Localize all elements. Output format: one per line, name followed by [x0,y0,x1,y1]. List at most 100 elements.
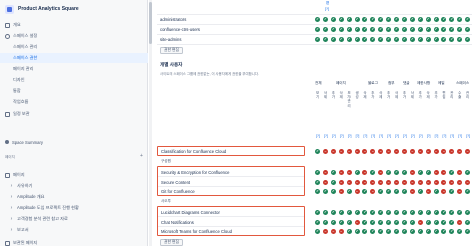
subcolumn-help-link[interactable]: [?] [338,134,346,138]
permission-denied-icon: – [354,148,360,154]
subcolumn-header: 추가 [371,91,375,100]
subcolumn-help-link[interactable]: [?] [369,134,377,138]
permission-denied-icon: – [378,169,384,175]
space-header[interactable]: Product Analytics Square [0,0,148,18]
column-header-blog: 블로그 [368,81,378,85]
sidebar-tree-item[interactable]: › 고객경험 분석 관련 참고 자료 [0,214,148,224]
subcolumn-header: 삭제 [323,91,327,100]
subcolumn-help-link[interactable]: [?] [448,134,456,138]
permission-granted-icon: ✓ [465,219,471,225]
permission-granted-icon: ✓ [449,26,455,32]
sidebar-item-workflow[interactable]: 작업흐름 [0,97,148,107]
permission-denied-icon: – [433,148,439,154]
sidebar-item-archive[interactable]: 일정 보관 [0,109,148,119]
sidebar-item-label: 사유하기 [17,183,33,188]
column-header-mail: 메일 [438,81,445,85]
permission-granted-icon: ✓ [394,209,399,215]
permission-granted-icon: ✓ [354,169,360,175]
sidebar-tree-item[interactable]: › Amplitude 개요 [0,192,148,202]
permission-denied-icon: – [417,179,423,185]
edit-permissions-button[interactable]: 권한 편집 [160,47,184,54]
sidebar-item-space-settings[interactable]: 스페이스 설정 [0,31,148,41]
permission-granted-icon: ✓ [346,219,352,225]
sidebar-item-space-summary[interactable]: Space Summary [0,137,148,147]
sidebar-tree-item[interactable]: › 사유하기 [0,181,148,191]
subcolumn-header: 추가 [418,91,422,100]
subcolumn-help-link[interactable]: [?] [314,134,322,138]
permission-granted-icon: ✓ [315,16,320,22]
permission-denied-icon: – [433,169,439,175]
subcolumn-help-link[interactable]: [?] [377,134,385,138]
chevron-right-icon: › [10,193,13,200]
category-label: 구성원 [161,159,171,163]
user-name: Classification for Confluence Cloud [161,149,227,154]
permission-denied-icon: – [338,148,344,154]
permission-denied-icon: – [401,148,407,154]
subcolumn-help-link[interactable]: [?] [425,134,433,138]
sidebar-archived-pages[interactable]: 보관된 페이지 [0,238,148,246]
permission-denied-icon: – [394,148,399,154]
permission-granted-icon: ✓ [394,36,399,42]
subcolumn-help-link[interactable]: [?] [417,134,425,138]
permission-granted-icon: ✓ [425,16,431,22]
permission-granted-icon: ✓ [394,188,399,194]
sidebar-item-label: 페이지 관리 [13,66,34,71]
permission-denied-icon: – [409,188,415,194]
permission-granted-icon: ✓ [338,26,344,32]
subcolumn-help-link[interactable]: [?] [440,134,448,138]
subcolumn-help-link[interactable]: [?] [409,134,417,138]
chevron-right-icon: › [10,182,13,189]
permission-granted-icon: ✓ [330,179,336,185]
permission-granted-icon: ✓ [386,209,392,215]
permission-granted-icon: ✓ [330,26,336,32]
edit-permissions-button[interactable]: 권한 편집 [160,239,184,246]
permission-granted-icon: ✓ [449,36,455,42]
subcolumn-help-link[interactable]: [?] [354,134,362,138]
permission-granted-icon: ✓ [441,26,447,32]
add-page-icon[interactable]: + [140,153,143,159]
permission-denied-icon: – [362,179,368,185]
sidebar-item-overview[interactable]: 개요 [0,20,148,30]
permission-denied-icon: – [401,179,407,185]
sidebar-tree-item[interactable]: › Amplitude 도입 프로젝트 진행 현황 [0,203,148,213]
permission-granted-icon: ✓ [315,219,320,225]
permission-denied-icon: – [354,188,360,194]
permission-denied-icon: – [370,188,376,194]
section-label: 페이지 [5,155,15,159]
subcolumn-help-link[interactable]: [?] [393,134,401,138]
permission-granted-icon: ✓ [322,209,328,215]
subcolumn-help-link[interactable]: [?] [322,134,330,138]
column-help-link[interactable]: 편 [326,1,329,6]
column-help-link[interactable]: [?] [325,7,329,11]
sidebar-tree-pages[interactable]: 페이지 [0,170,148,180]
sidebar-item-space-manage[interactable]: 스페이스 관리 [0,42,148,52]
permission-granted-icon: ✓ [433,188,439,194]
subcolumn-help-link[interactable]: [?] [385,134,393,138]
sidebar-item-design[interactable]: 디자인 [0,75,148,85]
sidebar-item-page-manage[interactable]: 페이지 관리 [0,64,148,74]
divider [157,14,472,15]
permission-granted-icon: ✓ [465,188,471,194]
column-header-space: 스페이스 [456,81,470,85]
subcolumn-help-link[interactable]: [?] [361,134,369,138]
subcolumn-help-link[interactable]: [?] [346,134,354,138]
permission-denied-icon: – [346,148,352,154]
permission-granted-icon: ✓ [346,209,352,215]
permission-granted-icon: ✓ [449,188,455,194]
permission-granted-icon: ✓ [401,188,407,194]
sidebar-item-space-permissions[interactable]: 스페이스 권한 [0,53,148,63]
subcolumn-help-link[interactable]: [?] [433,134,441,138]
permission-granted-icon: ✓ [346,228,352,234]
permission-granted-icon: ✓ [338,209,344,215]
sidebar-tree-item[interactable]: › 보고서 [0,225,148,235]
sidebar: Product Analytics Square 개요 스페이스 설정 스페이스… [0,0,148,246]
permission-granted-icon: ✓ [425,209,431,215]
subcolumn-help-link[interactable]: [?] [456,134,464,138]
subcolumn-help-link[interactable]: [?] [330,134,338,138]
permission-granted-icon: ✓ [409,16,415,22]
subcolumn-help-link[interactable]: [?] [464,134,472,138]
sidebar-item-integrations[interactable]: 통합 [0,86,148,96]
permission-granted-icon: ✓ [425,36,431,42]
subcolumn-help-link[interactable]: [?] [401,134,409,138]
permission-granted-icon: ✓ [386,228,392,234]
